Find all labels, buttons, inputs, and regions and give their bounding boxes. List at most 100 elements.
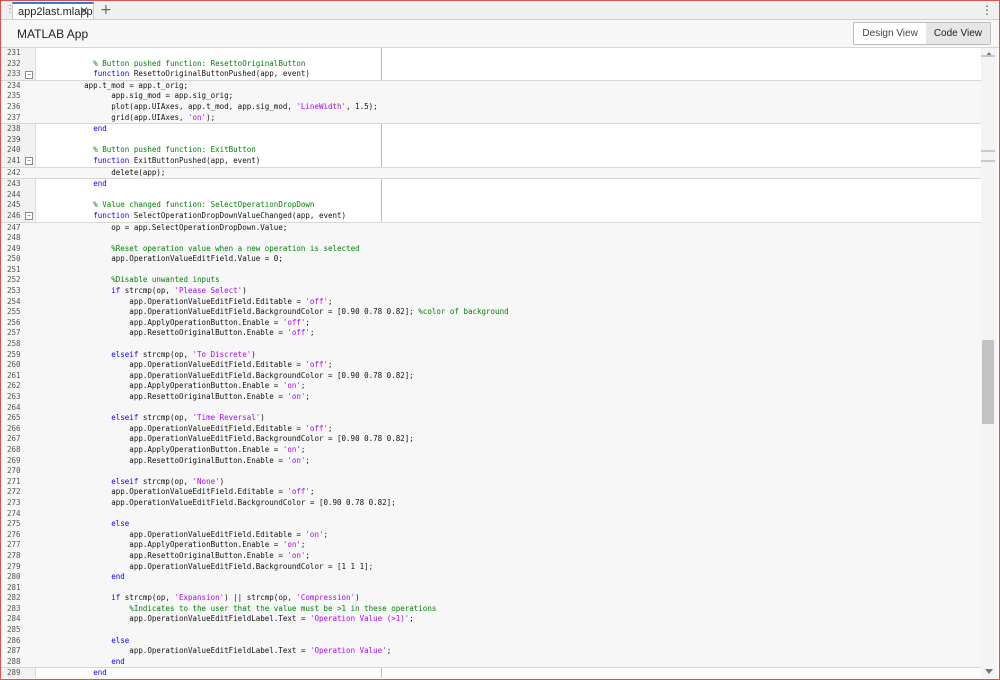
code-line[interactable]: 288 end <box>1 656 981 669</box>
add-tab-icon[interactable]: + <box>100 2 112 18</box>
design-view-button[interactable]: Design View <box>854 23 925 44</box>
code-line[interactable]: 279 app.OperationValueEditField.Backgrou… <box>1 561 981 573</box>
code-line[interactable]: 253 if strcmp(op, 'Please Select') <box>1 286 981 297</box>
code-text: %Reset operation value when a new operat… <box>111 243 360 253</box>
code-lines: 231 232 % Button pushed function: Resetto… <box>1 48 981 678</box>
code-line[interactable]: 284 app.OperationValueEditFieldLabel.Tex… <box>1 614 981 626</box>
more-options-icon[interactable]: ⋮ <box>981 3 993 17</box>
line-number: 263 <box>7 392 21 401</box>
code-line[interactable]: 283 %Indicates to the user that the valu… <box>1 603 981 615</box>
code-line[interactable]: 236 plot(app.UIAxes, app.t_mod, app.sig_… <box>1 101 981 113</box>
code-line[interactable]: 249 %Reset operation value when a new op… <box>1 243 981 255</box>
code-line[interactable]: 271 elseif strcmp(op, 'None') <box>1 476 981 488</box>
code-line[interactable]: 250 app.OperationValueEditField.Value = … <box>1 254 981 265</box>
code-line[interactable]: 262 app.ApplyOperationButton.Enable = 'o… <box>1 381 981 392</box>
line-number: 250 <box>7 254 21 264</box>
scrollbar-thumb[interactable] <box>982 340 994 424</box>
code-line[interactable]: 275 else <box>1 519 981 530</box>
line-number: 288 <box>7 656 21 666</box>
code-line[interactable]: 232 % Button pushed function: ResettoOri… <box>1 59 981 70</box>
code-line[interactable]: 245 % Value changed function: SelectOper… <box>1 200 981 211</box>
code-line[interactable]: 272 app.OperationValueEditField.Editable… <box>1 487 981 498</box>
code-line[interactable]: 243 end <box>1 179 981 190</box>
code-line[interactable]: 289 end <box>1 668 981 678</box>
line-number: 275 <box>7 519 21 529</box>
code-line[interactable]: 234 app.t_mod = app.t_orig; <box>1 79 981 92</box>
code-line[interactable]: 264 <box>1 402 981 414</box>
code-line[interactable]: 276 app.OperationValueEditField.Editable… <box>1 529 981 541</box>
line-number: 233 <box>7 69 21 79</box>
code-line[interactable]: 268 app.ApplyOperationButton.Enable = 'o… <box>1 444 981 456</box>
line-number: 264 <box>7 402 21 412</box>
code-text: else <box>111 519 130 529</box>
code-line[interactable]: 277 app.ApplyOperationButton.Enable = 'o… <box>1 540 981 551</box>
code-line[interactable]: 241− function ExitButtonPushed(app, even… <box>1 156 981 167</box>
code-line[interactable]: 255 app.OperationValueEditField.Backgrou… <box>1 307 981 318</box>
line-number: 262 <box>7 381 21 391</box>
code-line[interactable]: 267 app.OperationValueEditField.Backgrou… <box>1 434 981 445</box>
line-number: 253 <box>7 286 21 296</box>
code-text: app.ApplyOperationButton.Enable = 'off'; <box>39 317 310 327</box>
code-line[interactable]: 281 <box>1 582 981 594</box>
code-line[interactable]: 278 app.ResettoOriginalButton.Enable = '… <box>1 550 981 562</box>
code-line[interactable]: 257 app.ResettoOriginalButton.Enable = '… <box>1 328 981 340</box>
code-text: app.OperationValueEditField.Editable = '… <box>39 487 315 497</box>
code-line[interactable]: 286 else <box>1 635 981 647</box>
code-line[interactable]: 263 app.ResettoOriginalButton.Enable = '… <box>1 392 981 403</box>
code-text: app.ResettoOriginalButton.Enable = 'on'; <box>39 392 310 401</box>
line-number: 249 <box>7 243 21 253</box>
code-line[interactable]: 273 app.OperationValueEditField.Backgrou… <box>1 497 981 509</box>
code-line[interactable]: 240 % Button pushed function: ExitButton <box>1 145 981 156</box>
code-line[interactable]: 282 if strcmp(op, 'Expansion') || strcmp… <box>1 593 981 604</box>
code-text: delete(app); <box>39 167 166 177</box>
code-line[interactable]: 233− function ResettoOriginalButtonPushe… <box>1 69 981 80</box>
code-text: % Button pushed function: ResettoOrigina… <box>93 58 306 68</box>
code-line[interactable]: 274 <box>1 508 981 520</box>
code-line[interactable]: 248 <box>1 233 981 244</box>
code-line[interactable]: 237 grid(app.UIAxes, 'on'); <box>1 112 981 125</box>
code-line[interactable]: 280 end <box>1 572 981 583</box>
code-line[interactable]: 260 app.OperationValueEditField.Editable… <box>1 360 981 371</box>
code-line[interactable]: 235 app.sig_mod = app.sig_orig; <box>1 91 981 102</box>
code-line[interactable]: 247 op = app.SelectOperationDropDown.Val… <box>1 221 981 234</box>
code-line[interactable]: 265 elseif strcmp(op, 'Time Reversal') <box>1 413 981 424</box>
code-text: %Indicates to the user that the value mu… <box>129 603 437 613</box>
fold-toggle-icon[interactable]: − <box>25 157 33 166</box>
line-number: 268 <box>7 444 21 454</box>
fold-toggle-icon[interactable]: − <box>25 70 33 79</box>
code-line[interactable]: 269 app.ResettoOriginalButton.Enable = '… <box>1 455 981 467</box>
line-number: 270 <box>7 466 21 476</box>
code-line[interactable]: 261 app.OperationValueEditField.Backgrou… <box>1 370 981 382</box>
code-line[interactable]: 252 %Disable unwanted inputs <box>1 275 981 287</box>
code-line[interactable]: 266 app.OperationValueEditField.Editable… <box>1 423 981 435</box>
code-line[interactable]: 238 end <box>1 124 981 135</box>
code-line[interactable]: 285 <box>1 625 981 636</box>
code-text: op = app.SelectOperationDropDown.Value; <box>39 222 288 232</box>
line-number: 273 <box>7 497 21 507</box>
code-line[interactable]: 231 <box>1 48 981 59</box>
line-number: 248 <box>7 233 21 243</box>
tab-app2last[interactable]: app2last.mlapp ✕ <box>12 2 94 19</box>
line-number: 240 <box>7 145 21 155</box>
code-line[interactable]: 239 <box>1 135 981 146</box>
code-line[interactable]: 270 <box>1 466 981 477</box>
code-text: % Value changed function: SelectOperatio… <box>93 200 315 210</box>
code-line[interactable]: 256 app.ApplyOperationButton.Enable = 'o… <box>1 317 981 329</box>
code-view-button[interactable]: Code View <box>925 23 990 44</box>
code-line[interactable]: 254 app.OperationValueEditField.Editable… <box>1 296 981 308</box>
code-line[interactable]: 259 elseif strcmp(op, 'To Discrete') <box>1 349 981 361</box>
code-line[interactable]: 258 <box>1 339 981 350</box>
code-line[interactable]: 251 <box>1 264 981 276</box>
scroll-down-icon[interactable] <box>985 669 993 674</box>
line-number: 239 <box>7 134 21 144</box>
code-text: app.OperationValueEditFieldLabel.Text = … <box>39 614 414 624</box>
fold-toggle-icon[interactable]: − <box>25 212 33 221</box>
code-line[interactable]: 287 app.OperationValueEditFieldLabel.Tex… <box>1 646 981 657</box>
code-line[interactable]: 242 delete(app); <box>1 166 981 180</box>
line-number: 286 <box>7 635 21 645</box>
code-line[interactable]: 246− function SelectOperationDropDownVal… <box>1 211 981 222</box>
code-editor[interactable]: 231 232 % Button pushed function: Resetto… <box>1 48 981 678</box>
close-icon[interactable]: ✕ <box>79 4 89 18</box>
vertical-scrollbar[interactable] <box>981 48 997 678</box>
code-line[interactable]: 244 <box>1 190 981 201</box>
